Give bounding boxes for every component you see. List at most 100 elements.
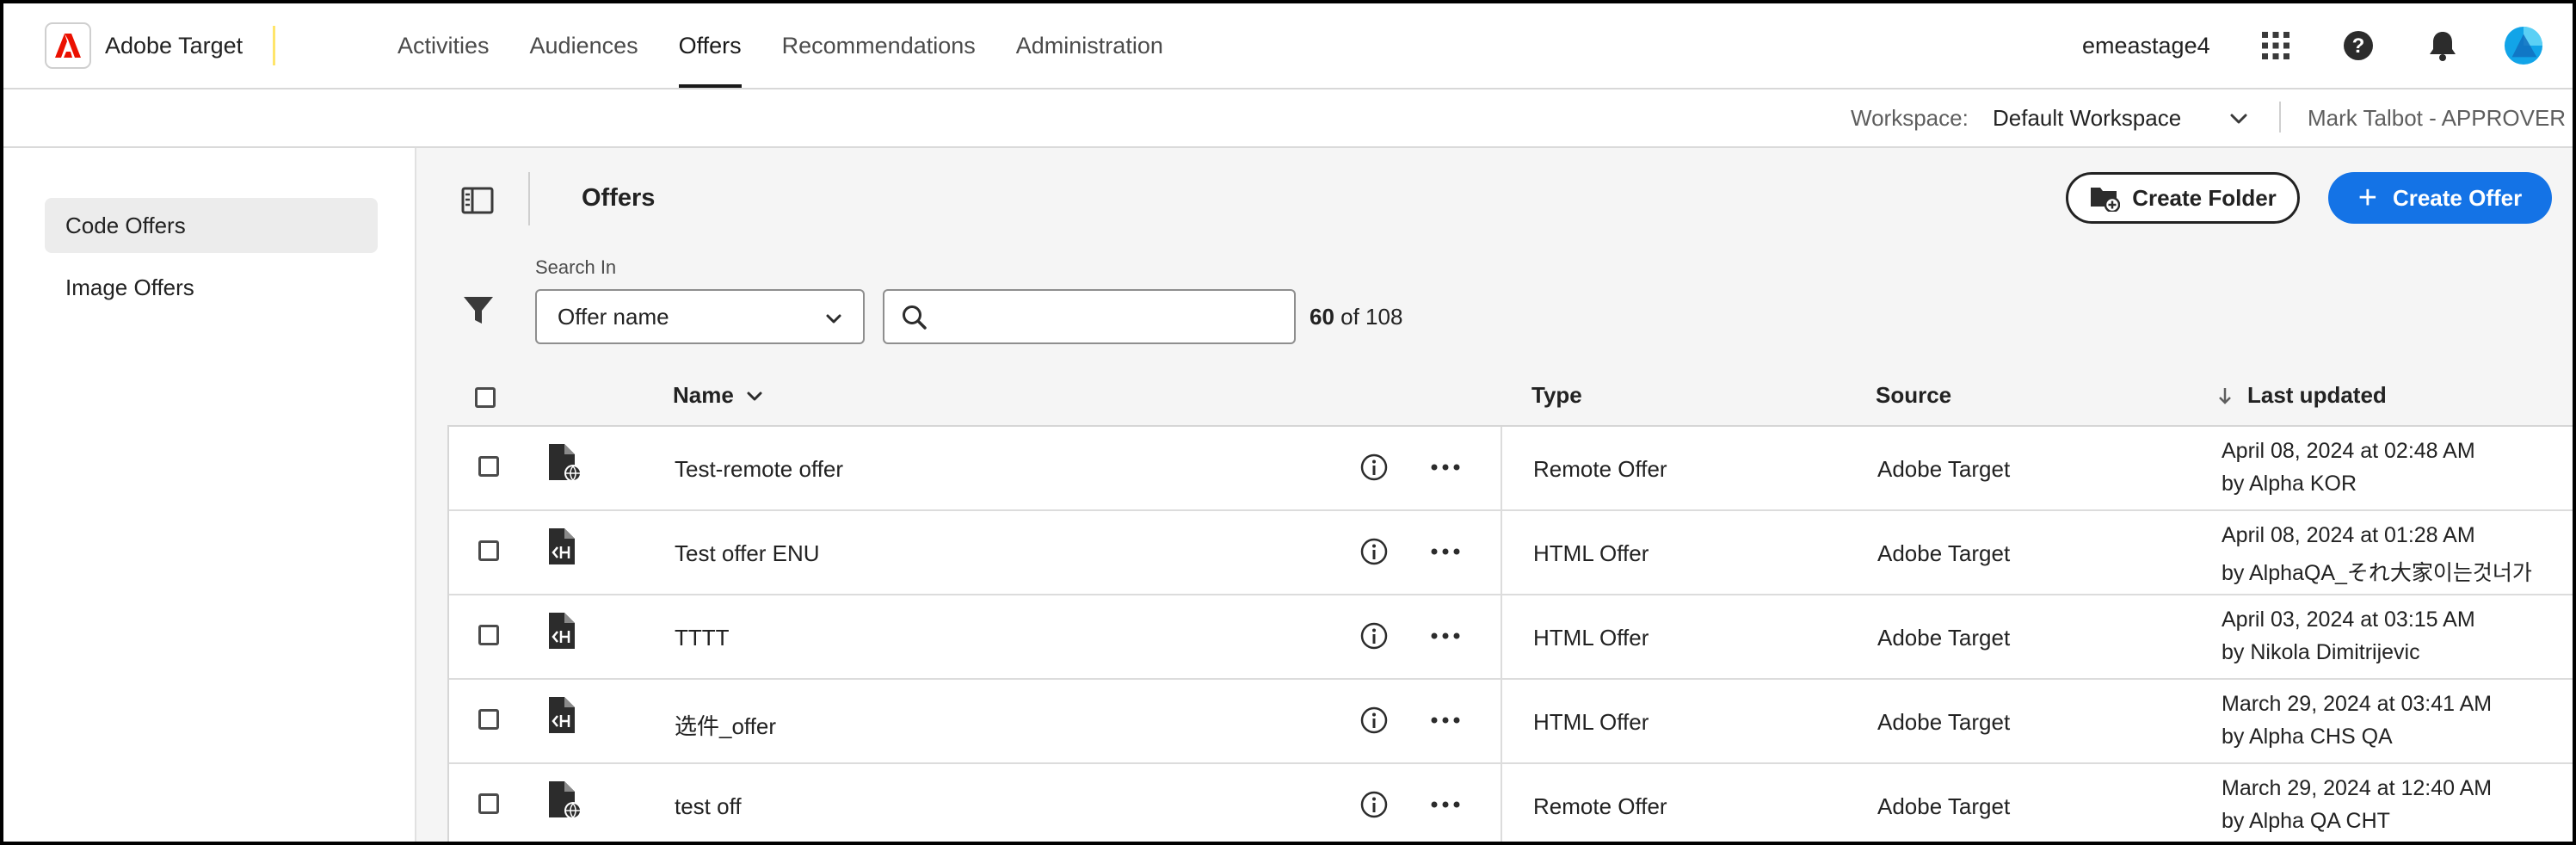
help-icon[interactable]: ? (2339, 26, 2378, 65)
search-in-select[interactable]: Offer name (535, 289, 865, 344)
nav-activities[interactable]: Activities (397, 3, 490, 88)
last-updated-by: by Alpha QA CHT (2222, 809, 2390, 833)
sidebar-item-code-offers[interactable]: Code Offers (45, 198, 378, 253)
offer-name[interactable]: TTTT (675, 625, 730, 651)
offer-type: Remote Offer (1533, 456, 1667, 482)
adobe-logo-icon (45, 22, 91, 69)
nav-audiences[interactable]: Audiences (530, 3, 638, 88)
search-input[interactable] (883, 289, 1296, 344)
more-actions-icon[interactable] (1430, 799, 1461, 811)
offer-source: Adobe Target (1877, 625, 2011, 651)
last-updated-by: by Alpha CHS QA (2222, 725, 2393, 749)
sidebar-item-image-offers[interactable]: Image Offers (45, 260, 378, 315)
more-actions-icon[interactable] (1430, 714, 1461, 726)
info-icon[interactable] (1359, 453, 1389, 482)
row-checkbox[interactable] (478, 456, 499, 477)
column-last-updated-label: Last updated (2247, 382, 2387, 408)
column-header-name[interactable]: Name (673, 382, 765, 409)
workspace-label: Workspace: (1851, 105, 1969, 131)
offer-name[interactable]: 选件_offer (675, 709, 776, 741)
table-row[interactable]: test off Remote Offer Adobe Target March… (449, 764, 2573, 842)
result-count: 60 of 108 (1310, 304, 1402, 330)
table-row[interactable]: Test offer ENU HTML Offer Adobe Target A… (449, 511, 2573, 595)
search-icon (903, 305, 927, 330)
info-icon[interactable] (1359, 621, 1389, 651)
chevron-down-icon (747, 392, 762, 400)
offer-type: HTML Offer (1533, 625, 1649, 651)
notifications-bell-icon[interactable] (2423, 26, 2462, 65)
select-all-checkbox[interactable] (475, 387, 496, 408)
last-updated-date: April 08, 2024 at 01:28 AM (2222, 523, 2475, 547)
table-row[interactable]: TTTT HTML Offer Adobe Target April 03, 2… (449, 595, 2573, 680)
main-nav: Activities Audiences Offers Recommendati… (397, 3, 1204, 88)
table-row[interactable]: Test-remote offer Remote Offer Adobe Tar… (449, 427, 2573, 511)
html-offer-icon (549, 613, 575, 649)
create-folder-label: Create Folder (2132, 184, 2277, 211)
workspace-bar: Workspace: Default Workspace Mark Talbot… (3, 89, 2573, 148)
offer-type: HTML Offer (1533, 709, 1649, 735)
remote-offer-icon (549, 444, 582, 482)
offer-name[interactable]: Test offer ENU (675, 540, 820, 567)
filter-icon[interactable] (461, 293, 496, 327)
apps-grid-icon[interactable] (2256, 26, 2296, 65)
row-checkbox[interactable] (478, 625, 499, 645)
offer-source: Adobe Target (1877, 456, 2011, 482)
offer-source: Adobe Target (1877, 793, 2011, 819)
nav-offers[interactable]: Offers (678, 3, 742, 88)
column-header-last-updated[interactable]: Last updated (2216, 382, 2387, 409)
last-updated-by: by AlphaQA_それ大家이는것너가 (2222, 561, 2532, 585)
info-icon[interactable] (1359, 790, 1389, 819)
remote-offer-icon (549, 781, 582, 819)
search-in-label: Search In (535, 256, 617, 278)
offer-type: Remote Offer (1533, 793, 1667, 819)
chevron-down-icon[interactable] (2227, 107, 2251, 131)
search-in-value: Offer name (558, 303, 669, 330)
offer-source: Adobe Target (1877, 709, 2011, 735)
workspace-divider (2279, 102, 2281, 133)
offer-source: Adobe Target (1877, 540, 2011, 566)
offer-type: HTML Offer (1533, 540, 1649, 566)
title-divider (528, 172, 530, 225)
column-name-label: Name (673, 382, 734, 408)
workspace-select[interactable]: Default Workspace (1993, 105, 2181, 132)
row-checkbox[interactable] (478, 540, 499, 561)
top-navigation-bar: Adobe Target Activities Audiences Offers… (3, 3, 2573, 89)
html-offer-icon (549, 528, 575, 564)
table-header: Name Type Source Last updated (447, 367, 2573, 427)
more-actions-icon[interactable] (1430, 461, 1461, 473)
offer-name[interactable]: Test-remote offer (675, 456, 843, 483)
row-checkbox[interactable] (478, 793, 499, 814)
brand[interactable]: Adobe Target (45, 22, 243, 69)
more-actions-icon[interactable] (1430, 546, 1461, 558)
checkbox (475, 387, 496, 408)
rail-toggle-icon[interactable] (461, 184, 494, 217)
org-switcher[interactable]: emeastage4 (2082, 33, 2210, 59)
user-role: Mark Talbot - APPROVER (2308, 105, 2567, 131)
result-count-shown: 60 (1310, 304, 1334, 330)
offer-name[interactable]: test off (675, 793, 742, 820)
row-checkbox[interactable] (478, 709, 499, 730)
offers-sidebar: Code Offers Image Offers (3, 148, 416, 842)
chevron-down-icon (826, 314, 841, 324)
create-offer-label: Create Offer (2392, 184, 2523, 211)
last-updated-date: April 03, 2024 at 03:15 AM (2222, 608, 2475, 632)
more-actions-icon[interactable] (1430, 630, 1461, 642)
html-offer-icon (549, 697, 575, 733)
nav-administration[interactable]: Administration (1016, 3, 1163, 88)
brand-divider (273, 26, 275, 65)
info-icon[interactable] (1359, 706, 1389, 735)
app-window: Adobe Target Activities Audiences Offers… (0, 0, 2576, 845)
create-folder-button[interactable]: Create Folder (2066, 172, 2300, 224)
create-offer-button[interactable]: + Create Offer (2328, 172, 2552, 224)
page-title: Offers (582, 184, 656, 212)
nav-recommendations[interactable]: Recommendations (782, 3, 976, 88)
user-avatar[interactable] (2504, 26, 2543, 65)
plus-icon: + (2357, 180, 2377, 216)
folder-add-icon (2091, 188, 2121, 212)
column-header-source[interactable]: Source (1876, 382, 1951, 409)
table-row[interactable]: 选件_offer HTML Offer Adobe Target March 2… (449, 680, 2573, 764)
column-header-type[interactable]: Type (1531, 382, 1582, 409)
info-icon[interactable] (1359, 537, 1389, 566)
last-updated-date: March 29, 2024 at 12:40 AM (2222, 776, 2493, 800)
svg-text:?: ? (2352, 34, 2365, 58)
